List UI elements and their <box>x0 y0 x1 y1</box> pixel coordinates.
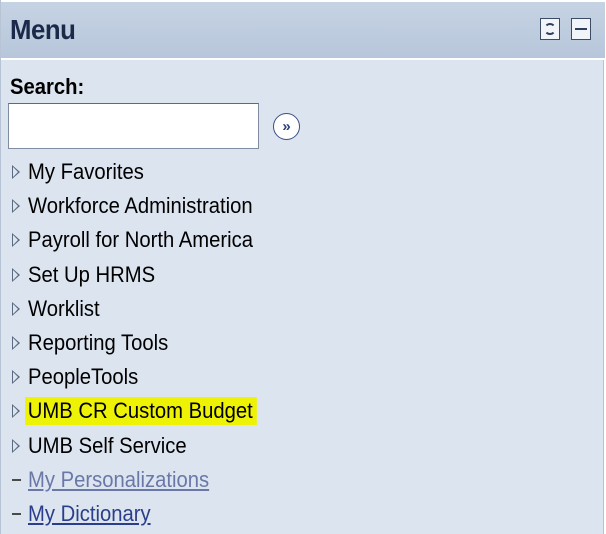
double-chevron-right-icon: » <box>282 118 291 135</box>
minimize-icon <box>575 28 587 30</box>
dash-bullet-icon <box>12 512 21 515</box>
expand-triangle-icon <box>12 336 20 351</box>
menu-item-my-personalizations[interactable]: My Personalizations <box>1 463 277 497</box>
menu-item-label[interactable]: My Favorites <box>28 159 144 185</box>
menu-item-umb-self-service[interactable]: UMB Self Service <box>1 429 277 463</box>
expand-triangle-icon <box>12 438 20 453</box>
refresh-button[interactable] <box>540 18 560 40</box>
expand-triangle-icon <box>12 404 20 419</box>
menu-item-label[interactable]: Set Up HRMS <box>28 262 155 288</box>
refresh-icon <box>544 23 556 35</box>
expand-triangle-icon <box>12 370 20 385</box>
menu-item-reporting-tools[interactable]: Reporting Tools <box>1 326 277 360</box>
expand-triangle-icon <box>12 233 20 248</box>
menu-item-peopletools[interactable]: PeopleTools <box>1 360 277 394</box>
menu-item-my-favorites[interactable]: My Favorites <box>1 155 277 189</box>
menu-list: My Favorites Workforce Administration Pa… <box>1 155 277 531</box>
menu-item-label[interactable]: Worklist <box>28 296 100 322</box>
menu-item-label[interactable]: Workforce Administration <box>28 193 253 219</box>
search-label: Search: <box>10 74 85 99</box>
menu-item-label[interactable]: PeopleTools <box>28 364 138 390</box>
menu-item-worklist[interactable]: Worklist <box>1 292 277 326</box>
search-go-button[interactable]: » <box>273 113 300 140</box>
menu-item-label[interactable]: Payroll for North America <box>28 227 253 253</box>
menu-link-label[interactable]: My Personalizations <box>28 467 209 493</box>
menu-item-my-dictionary[interactable]: My Dictionary <box>1 497 277 531</box>
menu-link-label[interactable]: My Dictionary <box>28 501 151 527</box>
search-input[interactable] <box>8 103 259 149</box>
menu-item-payroll-for-north-america[interactable]: Payroll for North America <box>1 223 277 257</box>
menu-panel: Menu Search: » My Favorites Workforce Ad… <box>0 0 605 534</box>
menu-item-workforce-administration[interactable]: Workforce Administration <box>1 189 277 223</box>
expand-triangle-icon <box>12 301 20 316</box>
menu-title: Menu <box>10 14 76 45</box>
menu-item-label[interactable]: UMB Self Service <box>28 433 187 459</box>
expand-triangle-icon <box>12 199 20 214</box>
menu-item-set-up-hrms[interactable]: Set Up HRMS <box>1 258 277 292</box>
menu-item-umb-cr-custom-budget[interactable]: UMB CR Custom Budget <box>1 394 277 428</box>
expand-triangle-icon <box>12 267 20 282</box>
menu-header: Menu <box>1 0 605 60</box>
minimize-button[interactable] <box>571 18 591 40</box>
menu-item-label[interactable]: Reporting Tools <box>28 330 168 356</box>
dash-bullet-icon <box>12 478 21 481</box>
expand-triangle-icon <box>12 165 20 180</box>
menu-item-label-highlighted[interactable]: UMB CR Custom Budget <box>25 397 257 426</box>
